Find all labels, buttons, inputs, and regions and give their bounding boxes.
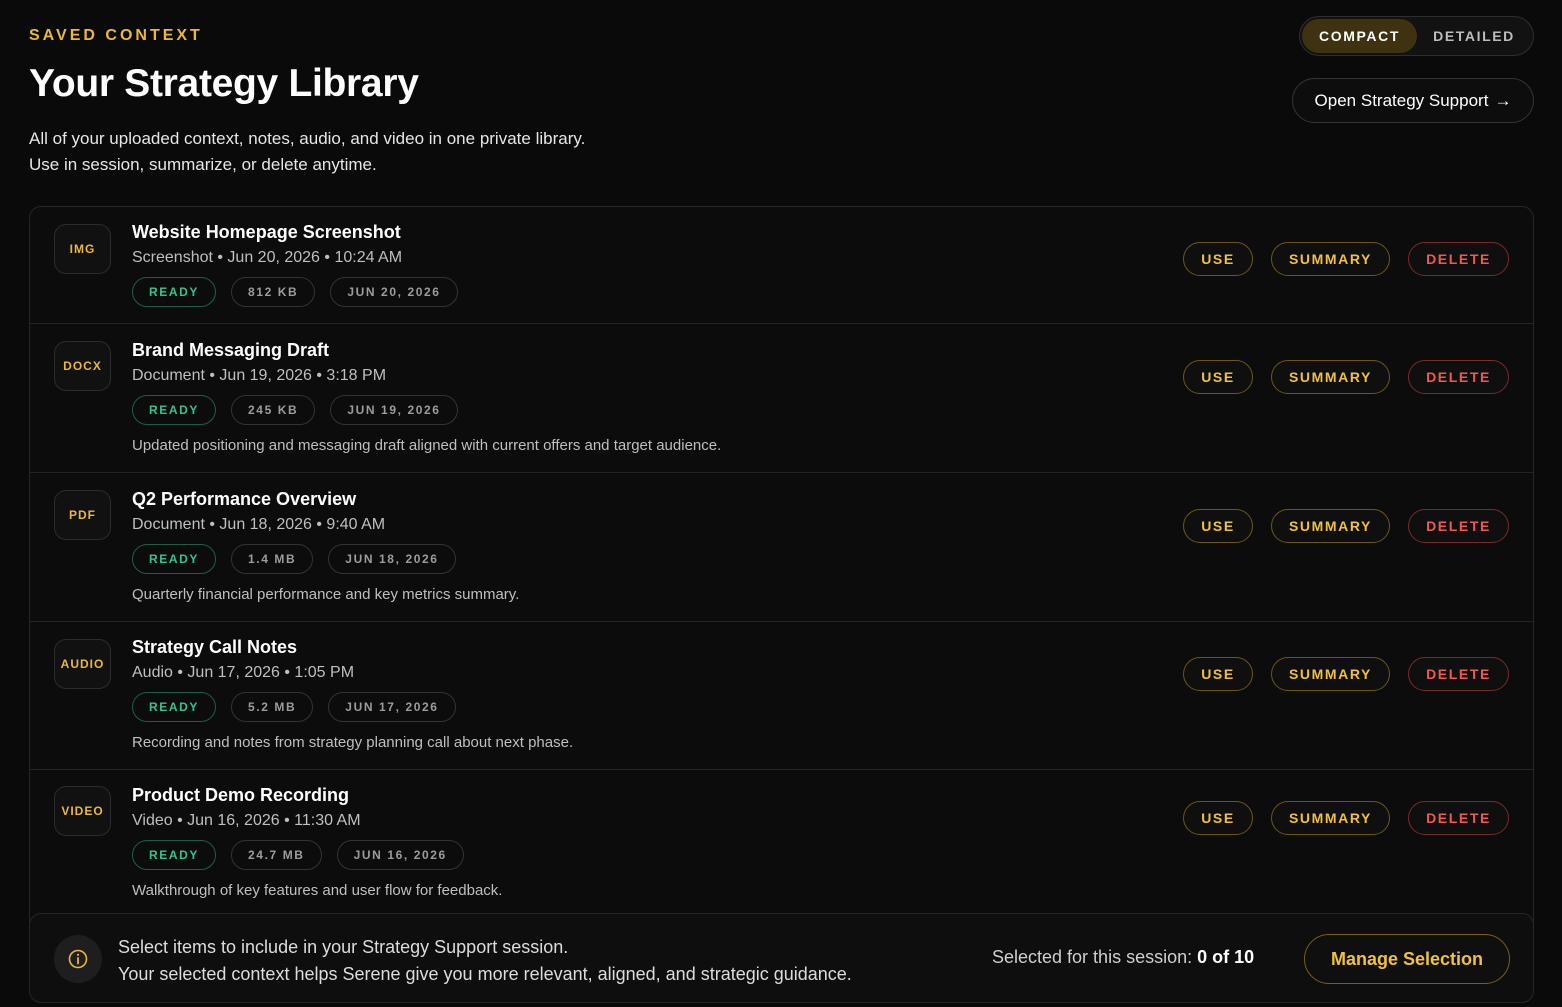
view-toggle: COMPACT DETAILED [1299,16,1534,56]
item-title: Product Demo Recording [132,785,350,805]
footer-info-text: Select items to include in your Strategy… [118,934,852,988]
item-description: Updated positioning and messaging draft … [132,437,722,454]
subtitle-line-2: Use in session, summarize, or delete any… [29,155,377,174]
video-file-icon: VIDEO [54,786,111,836]
item-actions: USE SUMMARY DELETE [1183,657,1509,691]
item-meta: Video • Jun 16, 2026 • 11:30 AM [132,812,361,829]
status-badge: READY [132,544,217,574]
use-button[interactable]: USE [1183,360,1253,394]
delete-button[interactable]: DELETE [1408,360,1509,394]
item-badges: READY 5.2 MB JUN 17, 2026 [132,692,456,722]
size-badge: 812 KB [231,277,316,307]
pdf-file-icon: PDF [54,490,111,540]
audio-file-icon: AUDIO [54,639,111,689]
summary-button[interactable]: SUMMARY [1271,801,1390,835]
item-meta: Audio • Jun 17, 2026 • 1:05 PM [132,664,355,681]
date-badge: JUN 17, 2026 [328,692,456,722]
delete-button[interactable]: DELETE [1408,801,1509,835]
summary-button[interactable]: SUMMARY [1271,509,1390,543]
delete-button[interactable]: DELETE [1408,509,1509,543]
footer-info-line-2: Your selected context helps Serene give … [118,964,852,984]
item-actions: USE SUMMARY DELETE [1183,360,1509,394]
footer-info-line-1: Select items to include in your Strategy… [118,937,569,957]
library-list: IMG Website Homepage Screenshot Screensh… [29,206,1534,926]
status-badge: READY [132,692,217,722]
arrow-right-icon: → [1494,90,1512,110]
date-badge: JUN 19, 2026 [330,395,458,425]
list-item: IMG Website Homepage Screenshot Screensh… [30,207,1533,324]
image-file-icon: IMG [54,224,111,274]
item-badges: READY 24.7 MB JUN 16, 2026 [132,840,464,870]
size-badge: 1.4 MB [231,544,314,574]
list-item: AUDIO Strategy Call Notes Audio • Jun 17… [30,622,1533,770]
item-actions: USE SUMMARY DELETE [1183,801,1509,835]
item-title: Strategy Call Notes [132,637,298,657]
item-description: Recording and notes from strategy planni… [132,734,574,751]
item-meta: Screenshot • Jun 20, 2026 • 10:24 AM [132,249,403,266]
use-button[interactable]: USE [1183,242,1253,276]
item-badges: READY 1.4 MB JUN 18, 2026 [132,544,456,574]
item-title: Website Homepage Screenshot [132,222,401,242]
delete-button[interactable]: DELETE [1408,242,1509,276]
delete-button[interactable]: DELETE [1408,657,1509,691]
item-title: Brand Messaging Draft [132,340,330,360]
summary-button[interactable]: SUMMARY [1271,657,1390,691]
toggle-detailed[interactable]: DETAILED [1418,19,1530,53]
date-badge: JUN 16, 2026 [336,840,464,870]
item-description: Walkthrough of key features and user flo… [132,882,503,899]
size-badge: 24.7 MB [231,840,322,870]
size-badge: 245 KB [231,395,316,425]
item-actions: USE SUMMARY DELETE [1183,242,1509,276]
page-subtitle: All of your uploaded context, notes, aud… [29,126,585,178]
item-badges: READY 245 KB JUN 19, 2026 [132,395,458,425]
size-badge: 5.2 MB [231,692,314,722]
selection-count: Selected for this session: 0 of 10 [992,947,1254,968]
summary-button[interactable]: SUMMARY [1271,242,1390,276]
list-item: VIDEO Product Demo Recording Video • Jun… [30,770,1533,926]
item-meta: Document • Jun 18, 2026 • 9:40 AM [132,516,386,533]
status-badge: READY [132,277,217,307]
selection-count-label: Selected for this session: [992,947,1198,967]
item-actions: USE SUMMARY DELETE [1183,509,1509,543]
use-button[interactable]: USE [1183,801,1253,835]
use-button[interactable]: USE [1183,657,1253,691]
selection-count-value: 0 of 10 [1197,947,1255,967]
status-badge: READY [132,840,217,870]
open-strategy-support-button[interactable]: Open Strategy Support → [1292,78,1534,123]
use-button[interactable]: USE [1183,509,1253,543]
support-link-label: Open Strategy Support [1314,90,1489,110]
toggle-compact[interactable]: COMPACT [1302,19,1417,53]
eyebrow-label: SAVED CONTEXT [29,27,203,44]
page-title: Your Strategy Library [29,62,419,105]
summary-button[interactable]: SUMMARY [1271,360,1390,394]
document-file-icon: DOCX [54,341,111,391]
date-badge: JUN 18, 2026 [328,544,456,574]
item-badges: READY 812 KB JUN 20, 2026 [132,277,458,307]
info-icon [54,935,102,983]
list-item: PDF Q2 Performance Overview Document • J… [30,473,1533,622]
manage-selection-button[interactable]: Manage Selection [1304,934,1510,984]
selection-footer: Select items to include in your Strategy… [29,913,1534,1003]
status-badge: READY [132,395,217,425]
item-title: Q2 Performance Overview [132,489,357,509]
item-meta: Document • Jun 19, 2026 • 3:18 PM [132,367,387,384]
date-badge: JUN 20, 2026 [330,277,458,307]
item-description: Quarterly financial performance and key … [132,586,520,603]
subtitle-line-1: All of your uploaded context, notes, aud… [29,129,586,148]
list-item: DOCX Brand Messaging Draft Document • Ju… [30,324,1533,473]
